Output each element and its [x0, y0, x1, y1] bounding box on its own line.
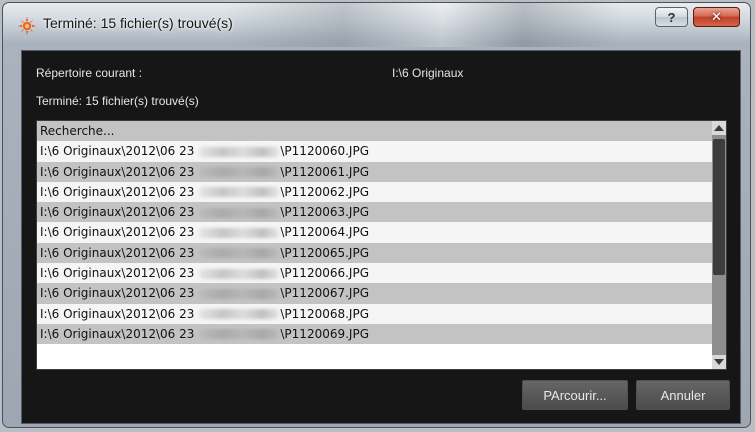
- path-prefix: I:\6 Originaux\2012\06 23: [40, 144, 195, 159]
- redacted-text: [199, 207, 280, 218]
- window-title: Terminé: 15 fichier(s) trouvé(s): [43, 15, 233, 31]
- redacted-text: [199, 248, 280, 259]
- title-bar[interactable]: Terminé: 15 fichier(s) trouvé(s) ? ✕: [3, 3, 750, 43]
- arrow-up-icon: [714, 125, 724, 131]
- file-name: \P1120069.JPG: [280, 326, 370, 341]
- cancel-button-label: Annuler: [660, 387, 706, 403]
- results-list[interactable]: Recherche... I:\6 Originaux\2012\06 23 \P…: [36, 120, 727, 370]
- path-prefix: I:\6 Originaux\2012\06 23: [40, 225, 195, 240]
- file-name: \P1120064.JPG: [280, 225, 370, 240]
- close-icon: ✕: [711, 9, 722, 25]
- file-name: \P1120065.JPG: [280, 245, 370, 260]
- browse-button[interactable]: PArcourir...: [522, 380, 628, 410]
- file-name: \P1120060.JPG: [280, 144, 370, 159]
- path-prefix: I:\6 Originaux\2012\06 23: [40, 205, 195, 220]
- scroll-thumb[interactable]: [713, 139, 725, 275]
- current-dir-value: I:\6 Originaux: [392, 66, 464, 80]
- list-item[interactable]: I:\6 Originaux\2012\06 23 \P1120068.JPG: [37, 303, 713, 324]
- current-dir-label: Répertoire courant :: [36, 66, 143, 80]
- list-item[interactable]: I:\6 Originaux\2012\06 23 \P1120060.JPG: [37, 141, 713, 162]
- path-prefix: I:\6 Originaux\2012\06 23: [40, 286, 195, 301]
- path-prefix: I:\6 Originaux\2012\06 23: [40, 184, 195, 199]
- redacted-text: [199, 227, 280, 238]
- file-name: \P1120067.JPG: [280, 286, 370, 301]
- browse-button-label: PArcourir...: [543, 387, 607, 403]
- dialog-window: Terminé: 15 fichier(s) trouvé(s) ? ✕ Rép…: [2, 2, 751, 428]
- list-item[interactable]: I:\6 Originaux\2012\06 23 \P1120063.JPG: [37, 202, 713, 223]
- dialog-client-area: Répertoire courant : I:\6 Originaux Term…: [21, 50, 741, 424]
- redacted-text: [199, 187, 280, 198]
- list-header: Recherche...: [37, 121, 713, 142]
- list-item[interactable]: I:\6 Originaux\2012\06 23 \P1120069.JPG: [37, 323, 713, 345]
- list-item[interactable]: I:\6 Originaux\2012\06 23 \P1120061.JPG: [37, 161, 713, 182]
- path-prefix: I:\6 Originaux\2012\06 23: [40, 266, 195, 281]
- list-item[interactable]: I:\6 Originaux\2012\06 23 \P1120062.JPG: [37, 181, 713, 203]
- results-rows: Recherche... I:\6 Originaux\2012\06 23 \P…: [37, 121, 713, 345]
- arrow-down-icon: [714, 359, 724, 365]
- list-item[interactable]: I:\6 Originaux\2012\06 23 \P1120065.JPG: [37, 242, 713, 264]
- path-prefix: I:\6 Originaux\2012\06 23: [40, 326, 195, 341]
- file-name: \P1120066.JPG: [280, 266, 370, 281]
- list-item[interactable]: I:\6 Originaux\2012\06 23 \P1120064.JPG: [37, 222, 713, 243]
- scroll-down-button[interactable]: [712, 355, 726, 369]
- vertical-scrollbar[interactable]: [712, 121, 726, 369]
- redacted-text: [199, 309, 280, 320]
- path-prefix: I:\6 Originaux\2012\06 23: [40, 245, 195, 260]
- file-name: \P1120061.JPG: [280, 164, 370, 179]
- help-icon: ?: [667, 9, 676, 25]
- help-button[interactable]: ?: [655, 7, 688, 27]
- redacted-text: [199, 288, 280, 299]
- path-prefix: I:\6 Originaux\2012\06 23: [40, 164, 195, 179]
- file-name: \P1120063.JPG: [280, 205, 370, 220]
- cancel-button[interactable]: Annuler: [636, 380, 730, 410]
- redacted-text: [199, 329, 280, 340]
- redacted-text: [199, 167, 280, 178]
- list-item[interactable]: I:\6 Originaux\2012\06 23 \P1120066.JPG: [37, 263, 713, 284]
- redacted-text: [199, 268, 280, 279]
- status-text: Terminé: 15 fichier(s) trouvé(s): [36, 94, 199, 108]
- file-name: \P1120068.JPG: [280, 306, 370, 321]
- path-prefix: I:\6 Originaux\2012\06 23: [40, 306, 195, 321]
- redacted-text: [199, 146, 280, 157]
- close-button[interactable]: ✕: [693, 7, 740, 27]
- scroll-up-button[interactable]: [712, 121, 726, 135]
- app-sunburst-icon: [18, 17, 36, 35]
- list-item[interactable]: I:\6 Originaux\2012\06 23 \P1120067.JPG: [37, 283, 713, 304]
- file-name: \P1120062.JPG: [280, 184, 370, 199]
